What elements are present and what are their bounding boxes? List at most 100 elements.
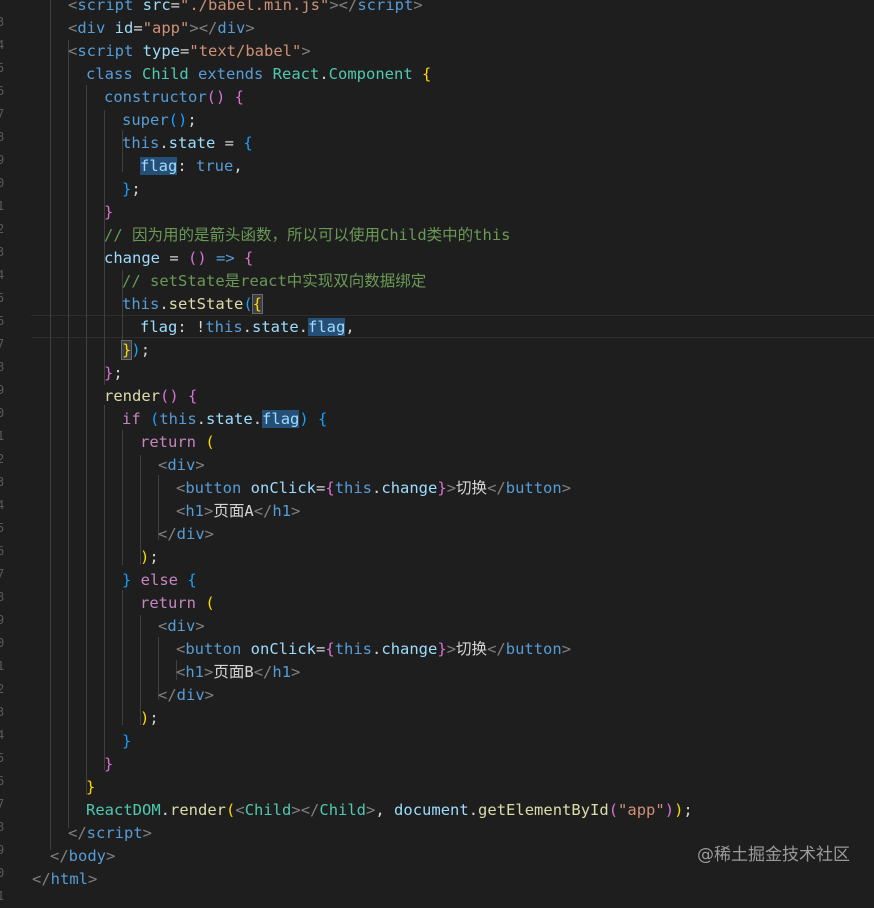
code-line[interactable]: <div> <box>158 454 205 477</box>
token-tagname: script <box>86 824 143 842</box>
token-tag: > <box>204 686 215 704</box>
code-line[interactable]: render() { <box>104 385 197 408</box>
token-txt: , <box>233 157 243 175</box>
token-txt: = <box>215 134 244 152</box>
line-number: 4 <box>0 38 5 52</box>
token-br2: } <box>104 755 114 773</box>
token-tag: > <box>561 479 572 497</box>
code-line[interactable]: <button onClick={this.change}>切换</button… <box>176 638 571 661</box>
code-line[interactable]: } <box>104 201 113 224</box>
token-tag: > <box>561 640 572 658</box>
code-line[interactable]: // setState是react中实现双向数据绑定 <box>122 270 426 293</box>
line-number: 0 <box>0 866 5 880</box>
token-prop: state <box>252 318 299 336</box>
code-line[interactable]: </script> <box>68 822 152 845</box>
code-line[interactable]: ReactDOM.render(<Child></Child>, documen… <box>86 799 693 822</box>
token-txt: 切换 <box>456 479 488 497</box>
code-line[interactable]: </div> <box>158 684 214 707</box>
line-number: 9 <box>0 383 5 397</box>
code-line[interactable]: constructor() { <box>104 86 244 109</box>
token-attr: onClick <box>241 479 316 497</box>
token-txt: . <box>159 134 169 152</box>
token-str: "text/babel" <box>189 42 302 60</box>
code-line[interactable]: <button onClick={this.change}>切换</button… <box>176 477 571 500</box>
token-txt: , <box>345 318 355 336</box>
token-br3: { <box>243 134 253 152</box>
code-line[interactable]: }; <box>104 362 123 385</box>
line-number: 4 <box>0 728 5 742</box>
token-tag: </ <box>32 870 51 888</box>
code-line[interactable]: ); <box>140 546 159 569</box>
token-br2: { <box>244 249 254 267</box>
line-number: 6 <box>0 84 5 98</box>
indent-guide <box>50 0 51 850</box>
token-tag: < <box>158 456 168 474</box>
token-var: document <box>394 801 469 819</box>
token-kw: extends <box>198 65 273 83</box>
code-line[interactable]: } else { <box>122 569 197 592</box>
token-tagname: div <box>167 456 196 474</box>
code-line[interactable]: } <box>122 730 131 753</box>
token-tagname: div <box>176 686 205 704</box>
code-line[interactable]: </html> <box>32 868 97 891</box>
code-line[interactable]: return ( <box>140 592 215 615</box>
token-tag: > <box>413 0 423 14</box>
code-line[interactable]: <script src="./babel.min.js"></script> <box>68 0 423 17</box>
token-br3: } <box>122 180 132 198</box>
token-ctrl: return <box>140 594 206 612</box>
token-br2: } <box>104 364 114 382</box>
token-txt: . <box>468 801 479 819</box>
code-line[interactable]: this.state = { <box>122 132 253 155</box>
token-tag: > <box>446 640 457 658</box>
code-line[interactable]: class Child extends React.Component { <box>86 63 431 86</box>
token-str: "./babel.min.js" <box>180 0 330 14</box>
token-br3: } <box>122 732 132 750</box>
token-txt: 切换 <box>456 640 488 658</box>
code-line[interactable]: }); <box>120 339 150 362</box>
code-line[interactable]: change = () => { <box>104 247 253 270</box>
code-line[interactable]: </div> <box>158 523 214 546</box>
code-line[interactable]: // 因为用的是箭头函数，所以可以使用Child类中的this <box>104 224 510 247</box>
token-tag: ></ <box>189 19 218 37</box>
code-line[interactable]: this.setState({ <box>122 293 264 316</box>
code-line[interactable]: flag: true, <box>140 155 243 178</box>
code-editor[interactable]: 345678901234567890123456789012345678901 … <box>0 0 874 903</box>
code-line[interactable]: }; <box>122 178 141 201</box>
token-tagname: html <box>50 870 88 888</box>
code-line[interactable]: } <box>86 776 95 799</box>
line-number: 7 <box>0 567 5 581</box>
code-line[interactable]: ); <box>140 707 159 730</box>
indent-guide <box>122 590 123 725</box>
token-txt: = <box>133 19 143 37</box>
code-line[interactable]: <h1>页面B</h1> <box>176 661 300 684</box>
token-prop: state <box>206 410 253 428</box>
line-number: 9 <box>0 613 5 627</box>
code-line[interactable]: <h1>页面A</h1> <box>176 500 300 523</box>
code-line[interactable]: <div id="app"></div> <box>68 17 255 40</box>
code-line[interactable]: if (this.state.flag) { <box>122 408 327 431</box>
token-txt: ; <box>149 548 159 566</box>
token-kw: class <box>86 65 142 83</box>
code-line[interactable]: </body> <box>50 845 115 868</box>
indent-guide <box>86 85 87 795</box>
token-tagname: button <box>185 640 242 658</box>
token-tagname: div <box>167 617 196 635</box>
code-line[interactable]: <div> <box>158 615 205 638</box>
code-line[interactable]: return ( <box>140 431 215 454</box>
line-number: 5 <box>0 751 5 765</box>
token-br3: ) <box>131 341 141 359</box>
code-line[interactable]: } <box>104 753 113 776</box>
code-line[interactable]: <script type="text/babel"> <box>68 40 311 63</box>
line-number: 9 <box>0 843 5 857</box>
code-line[interactable]: flag: !this.state.flag, <box>140 316 355 339</box>
token-txt: = <box>316 640 326 658</box>
token-br1: ( <box>205 594 215 612</box>
token-tag: > <box>291 663 301 681</box>
token-var: change <box>104 249 160 267</box>
token-tagname: h1 <box>272 502 292 520</box>
code-line[interactable]: super(); <box>122 109 197 132</box>
token-br2: { <box>188 387 198 405</box>
